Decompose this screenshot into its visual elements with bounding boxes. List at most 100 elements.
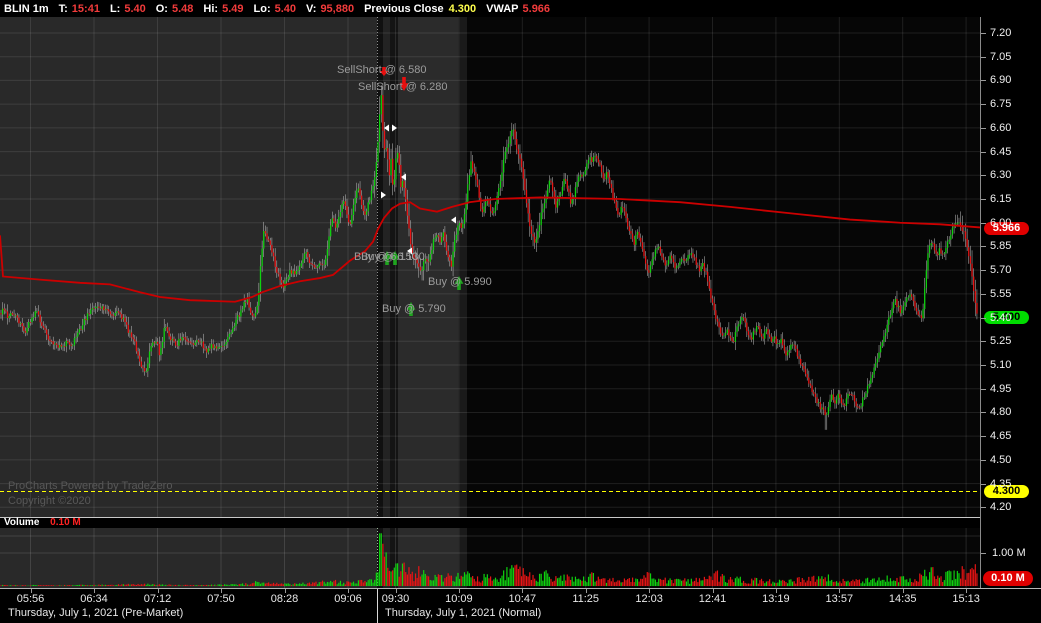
candle-body <box>568 188 570 193</box>
volume-bar <box>321 580 324 586</box>
volume-bar <box>826 581 828 586</box>
volume-bar <box>86 585 89 586</box>
volume-bar <box>124 584 126 586</box>
volume-bar <box>964 579 967 586</box>
candle-body <box>24 330 27 333</box>
candle-body <box>514 129 516 140</box>
candle-body <box>387 148 389 160</box>
volume-bar <box>764 583 766 586</box>
price-axis[interactable]: 5.966 5.400 4.300 1.00 M 0.10 M 7.20 7.05… <box>980 17 1041 588</box>
volume-bar <box>380 533 382 586</box>
volume-bar <box>881 579 883 586</box>
candle-body <box>62 346 64 348</box>
candle-body <box>447 250 449 258</box>
candle-body <box>205 348 208 353</box>
candle-body <box>969 256 972 264</box>
volume-bar <box>633 582 635 586</box>
candle-body <box>222 345 224 347</box>
candle-body <box>445 241 448 251</box>
candle-body <box>37 311 40 315</box>
volume-bar <box>68 585 71 586</box>
volume-bar <box>237 585 239 586</box>
price-chart-canvas[interactable] <box>0 17 980 517</box>
candle-body <box>837 393 839 400</box>
price-axis-tick <box>981 151 986 153</box>
candle-body <box>840 397 843 404</box>
candle-body <box>462 223 464 229</box>
volume-bar <box>584 580 586 586</box>
volume-bar <box>150 584 152 586</box>
candle-body <box>692 253 694 258</box>
candle-body <box>504 151 506 160</box>
volume-bar <box>144 583 146 586</box>
candle-body <box>489 204 492 211</box>
candle-body <box>101 306 103 309</box>
candle-body <box>826 414 828 416</box>
candle-body <box>343 201 345 204</box>
volume-bar <box>946 571 949 586</box>
volume-bar <box>907 582 909 586</box>
candle-body <box>241 309 244 311</box>
volume-bar <box>192 585 195 586</box>
volume-bar <box>170 584 172 586</box>
candle-body <box>556 201 559 208</box>
volume-bar <box>330 580 332 586</box>
volume-bar <box>455 576 457 586</box>
volume-bar <box>419 576 422 586</box>
volume-bar <box>772 581 774 586</box>
candle-body <box>111 314 113 316</box>
volume-bar <box>749 583 751 586</box>
volume-bar <box>796 577 799 586</box>
volume-label: V: <box>306 2 317 15</box>
volume-bar <box>578 578 580 586</box>
candle-body <box>713 302 715 311</box>
low-value: 5.40 <box>274 2 297 15</box>
prev-close-value: 4.300 <box>448 2 477 15</box>
candle-body <box>98 306 100 308</box>
volume-bar <box>406 574 408 586</box>
volume-bar <box>421 574 423 586</box>
candle-body <box>458 222 461 226</box>
volume-bar <box>93 584 95 586</box>
candle-body <box>245 301 247 303</box>
candle-body <box>228 333 231 337</box>
candle-body <box>775 336 777 345</box>
candle-body <box>496 195 498 205</box>
volume-bar <box>206 584 208 586</box>
candle-body <box>591 157 593 162</box>
volume-bar <box>490 576 492 586</box>
candle-body <box>36 311 38 313</box>
vwap-value: 5.966 <box>522 2 551 15</box>
candle-body <box>1 308 4 315</box>
volume-bar <box>715 571 717 586</box>
candle-body <box>72 345 74 347</box>
candle-body <box>760 333 763 337</box>
candle-body <box>390 158 392 176</box>
candle-body <box>383 130 386 150</box>
volume-bar <box>254 581 257 586</box>
candle-body <box>574 187 577 198</box>
volume-bar <box>452 580 454 586</box>
candle-body <box>773 336 776 339</box>
volume-bar <box>711 580 714 586</box>
candle-body <box>434 237 436 240</box>
candle-body <box>364 211 366 215</box>
volume-bar <box>902 576 905 586</box>
volume-bar <box>241 583 244 586</box>
volume-bar <box>756 577 758 586</box>
volume-bar <box>628 578 630 586</box>
volume-scale-label: 1.00 M <box>992 547 1026 559</box>
volume-chart-canvas[interactable] <box>0 528 980 588</box>
price-axis-label: 4.50 <box>990 453 1012 466</box>
candle-body <box>671 255 673 259</box>
volume-bar <box>36 585 38 586</box>
candle-body <box>716 318 719 322</box>
price-axis-tick <box>981 270 986 272</box>
volume-bar <box>966 573 968 586</box>
candle-body <box>388 159 391 176</box>
volume-bar <box>974 564 976 586</box>
volume-bar <box>370 579 373 586</box>
time-axis[interactable]: Thursday, July 1, 2021 (Pre-Market) Thur… <box>0 588 1041 623</box>
candle-body <box>630 230 632 234</box>
candle-body <box>34 311 36 317</box>
